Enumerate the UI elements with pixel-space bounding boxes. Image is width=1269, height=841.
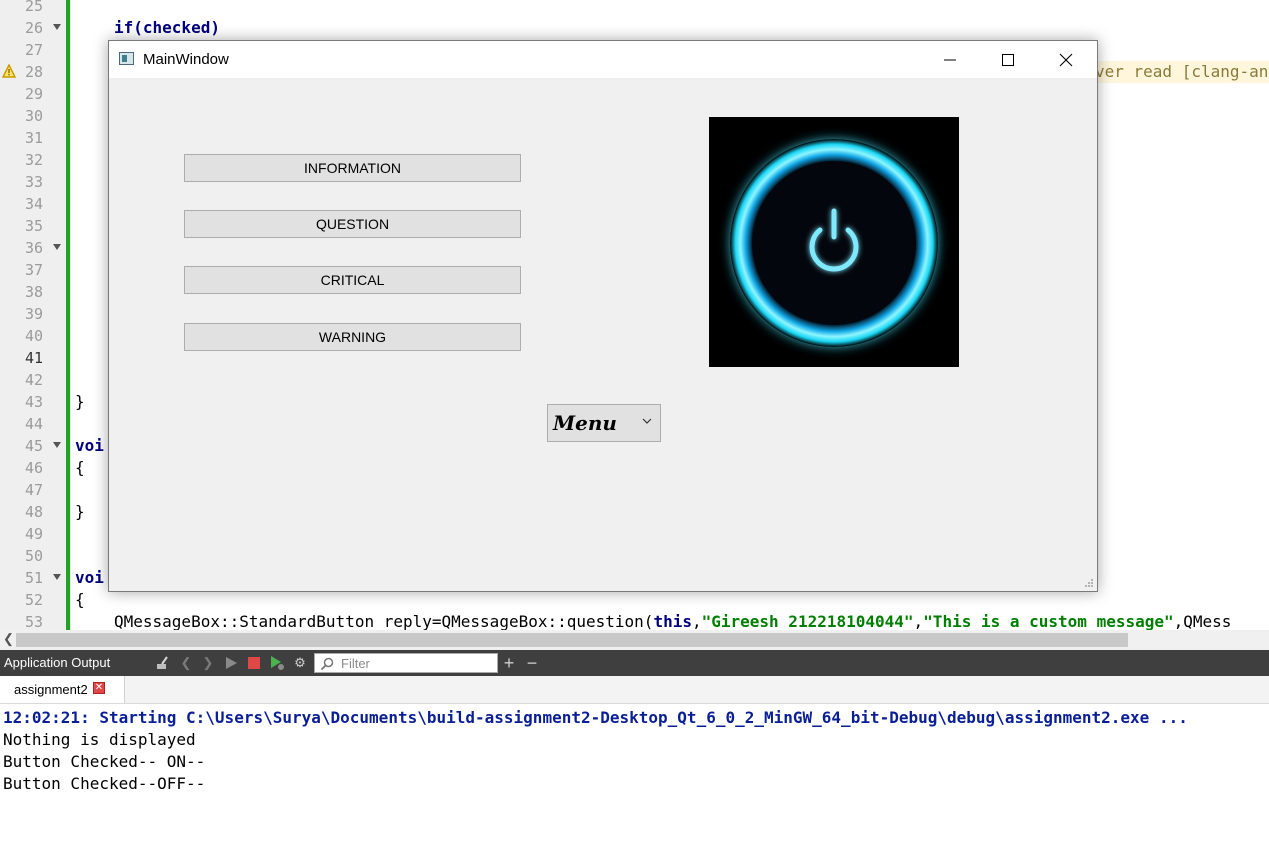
minimize-icon (944, 59, 956, 60)
line-number: 48 (24, 503, 43, 521)
search-icon (320, 657, 334, 671)
line-number: 40 (24, 327, 43, 345)
resize-grip-icon[interactable] (1084, 578, 1094, 588)
modified-lines-marker (66, 0, 70, 630)
line-number: 50 (24, 547, 43, 565)
application-output-console[interactable]: 12:02:21: Starting C:\Users\Surya\Docume… (0, 704, 1269, 841)
line-number: 49 (24, 525, 43, 543)
information-button[interactable]: INFORMATION (184, 154, 521, 182)
filter-placeholder: Filter (341, 656, 370, 671)
output-line: Nothing is displayed (3, 730, 196, 749)
fold-arrow-icon[interactable] (53, 244, 61, 250)
minimize-button[interactable] (921, 41, 979, 78)
line-number: 33 (24, 173, 43, 191)
fold-arrow-icon[interactable] (53, 574, 61, 580)
tab-assignment2[interactable]: assignment2 ✕ (0, 676, 125, 703)
question-button[interactable]: QUESTION (184, 210, 521, 238)
output-tabs: assignment2 ✕ (0, 676, 1269, 704)
stop-icon[interactable] (245, 654, 263, 672)
scrollbar-thumb[interactable] (16, 633, 1128, 647)
line-number: 30 (24, 107, 43, 125)
line-number: 35 (24, 217, 43, 235)
code-line[interactable]: } (75, 391, 85, 413)
close-button[interactable] (1037, 41, 1095, 78)
warning-button[interactable]: WARNING (184, 323, 521, 351)
window-titlebar[interactable]: MainWindow (109, 41, 1097, 78)
line-number: 32 (24, 151, 43, 169)
clang-warning-text: ver read [clang-an (1095, 61, 1269, 83)
line-number-gutter: 25 26 27 28 29 30 31 32 33 34 35 36 37 3… (0, 0, 71, 630)
horizontal-scrollbar[interactable]: ❮ (0, 630, 1269, 650)
zoom-out-icon[interactable]: − (523, 653, 541, 673)
close-tab-icon[interactable]: ✕ (93, 682, 105, 694)
output-pane-title: Application Output (4, 655, 111, 670)
code-line[interactable]: QMessageBox::StandardButton reply=QMessa… (114, 611, 1231, 630)
line-number: 51 (24, 569, 43, 587)
line-number: 31 (24, 129, 43, 147)
tab-label: assignment2 (14, 682, 88, 697)
zoom-in-icon[interactable]: + (500, 653, 518, 673)
line-number: 29 (24, 85, 43, 103)
settings-gear-icon[interactable]: ⚙ (291, 654, 309, 672)
power-button-image[interactable] (709, 117, 959, 367)
output-line: Button Checked--OFF-- (3, 774, 206, 793)
next-item-icon[interactable]: ❯ (199, 654, 217, 672)
output-line: 12:02:21: Starting C:\Users\Surya\Docume… (3, 708, 1188, 727)
line-number-current: 41 (24, 349, 43, 367)
app-icon (119, 52, 134, 65)
run-icon[interactable] (222, 654, 240, 672)
scroll-left-icon[interactable]: ❮ (3, 631, 14, 647)
line-number: 44 (24, 415, 43, 433)
critical-button[interactable]: CRITICAL (184, 266, 521, 294)
line-number: 53 (24, 613, 43, 630)
maximize-button[interactable] (979, 41, 1037, 78)
line-number: 38 (24, 283, 43, 301)
line-number: 42 (24, 371, 43, 389)
power-button-icon (730, 139, 938, 347)
code-text: ,QMess (1173, 612, 1232, 630)
close-icon (1059, 53, 1073, 66)
output-pane-toolbar: Application Output ❮ ❯ ⚙ Filter + − (0, 650, 1269, 676)
maximize-icon (1002, 53, 1014, 66)
fold-arrow-icon[interactable] (53, 24, 61, 30)
warning-icon[interactable] (2, 64, 16, 78)
menu-combobox[interactable]: Menu (547, 404, 661, 442)
fold-arrow-icon[interactable] (53, 442, 61, 448)
output-line: Button Checked-- ON-- (3, 752, 206, 771)
code-keyword: this (653, 612, 692, 630)
line-number: 27 (24, 41, 43, 59)
clear-output-icon[interactable] (154, 654, 172, 672)
code-string: "Gireesh 212218104044" (701, 612, 914, 630)
line-number: 47 (24, 481, 43, 499)
line-number: 46 (24, 459, 43, 477)
line-number: 52 (24, 591, 43, 609)
code-line[interactable]: } (75, 501, 85, 523)
chevron-down-icon (642, 418, 652, 424)
line-number: 34 (24, 195, 43, 213)
line-number: 43 (24, 393, 43, 411)
previous-item-icon[interactable]: ❮ (177, 654, 195, 672)
code-line[interactable]: voi (75, 567, 104, 589)
combo-selected-value: Menu (553, 411, 617, 435)
line-number: 39 (24, 305, 43, 323)
line-number: 26 (24, 19, 43, 37)
line-number: 45 (24, 437, 43, 455)
line-number: 37 (24, 261, 43, 279)
filter-input[interactable]: Filter (314, 653, 498, 673)
attach-debugger-icon[interactable] (268, 654, 286, 672)
code-string: "This is a custom message" (923, 612, 1174, 630)
code-line[interactable]: voi (75, 435, 104, 457)
code-line[interactable]: { (75, 589, 85, 611)
code-text: QMessageBox::StandardButton reply=QMessa… (114, 612, 654, 630)
code-line[interactable]: if(checked) (114, 17, 220, 39)
line-number: 25 (24, 0, 43, 15)
code-line[interactable]: { (75, 457, 85, 479)
window-title: MainWindow (143, 51, 229, 68)
main-window[interactable]: MainWindow INFORMATION QUESTION CRITICAL… (108, 40, 1098, 592)
line-number: 36 (24, 239, 43, 257)
